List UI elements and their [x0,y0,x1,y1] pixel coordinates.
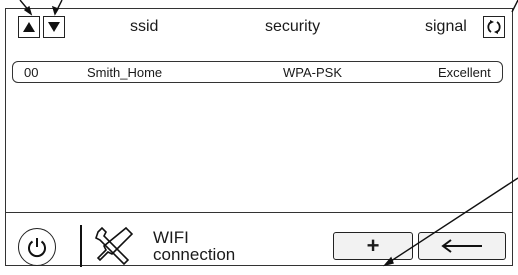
triangle-up-icon [23,22,35,32]
arrow-left-icon [441,239,482,253]
power-button[interactable] [18,228,56,266]
section-label-line1: WIFI [153,228,189,247]
power-icon [28,238,46,258]
footer-divider [5,212,513,213]
network-security: WPA-PSK [283,64,342,80]
back-button[interactable] [418,232,506,260]
tools-icon [95,226,134,266]
scroll-down-button[interactable] [43,16,65,38]
column-header-security: security [265,18,321,35]
column-header-ssid: ssid [130,18,159,35]
refresh-button[interactable] [483,16,505,38]
network-row[interactable]: 00 Smith_Home WPA-PSK Excellent [12,61,503,83]
footer-separator [80,225,82,267]
scroll-up-button[interactable] [18,16,40,38]
add-network-button[interactable]: + [333,232,413,260]
section-label: WIFI connection [153,229,235,263]
refresh-icon [487,20,501,34]
triangle-down-icon [48,22,60,32]
network-index: 00 [24,64,39,80]
network-signal: Excellent [438,64,491,80]
section-label-line2: connection [153,245,236,264]
column-header-signal: signal [425,18,467,35]
network-ssid: Smith_Home [87,64,163,80]
